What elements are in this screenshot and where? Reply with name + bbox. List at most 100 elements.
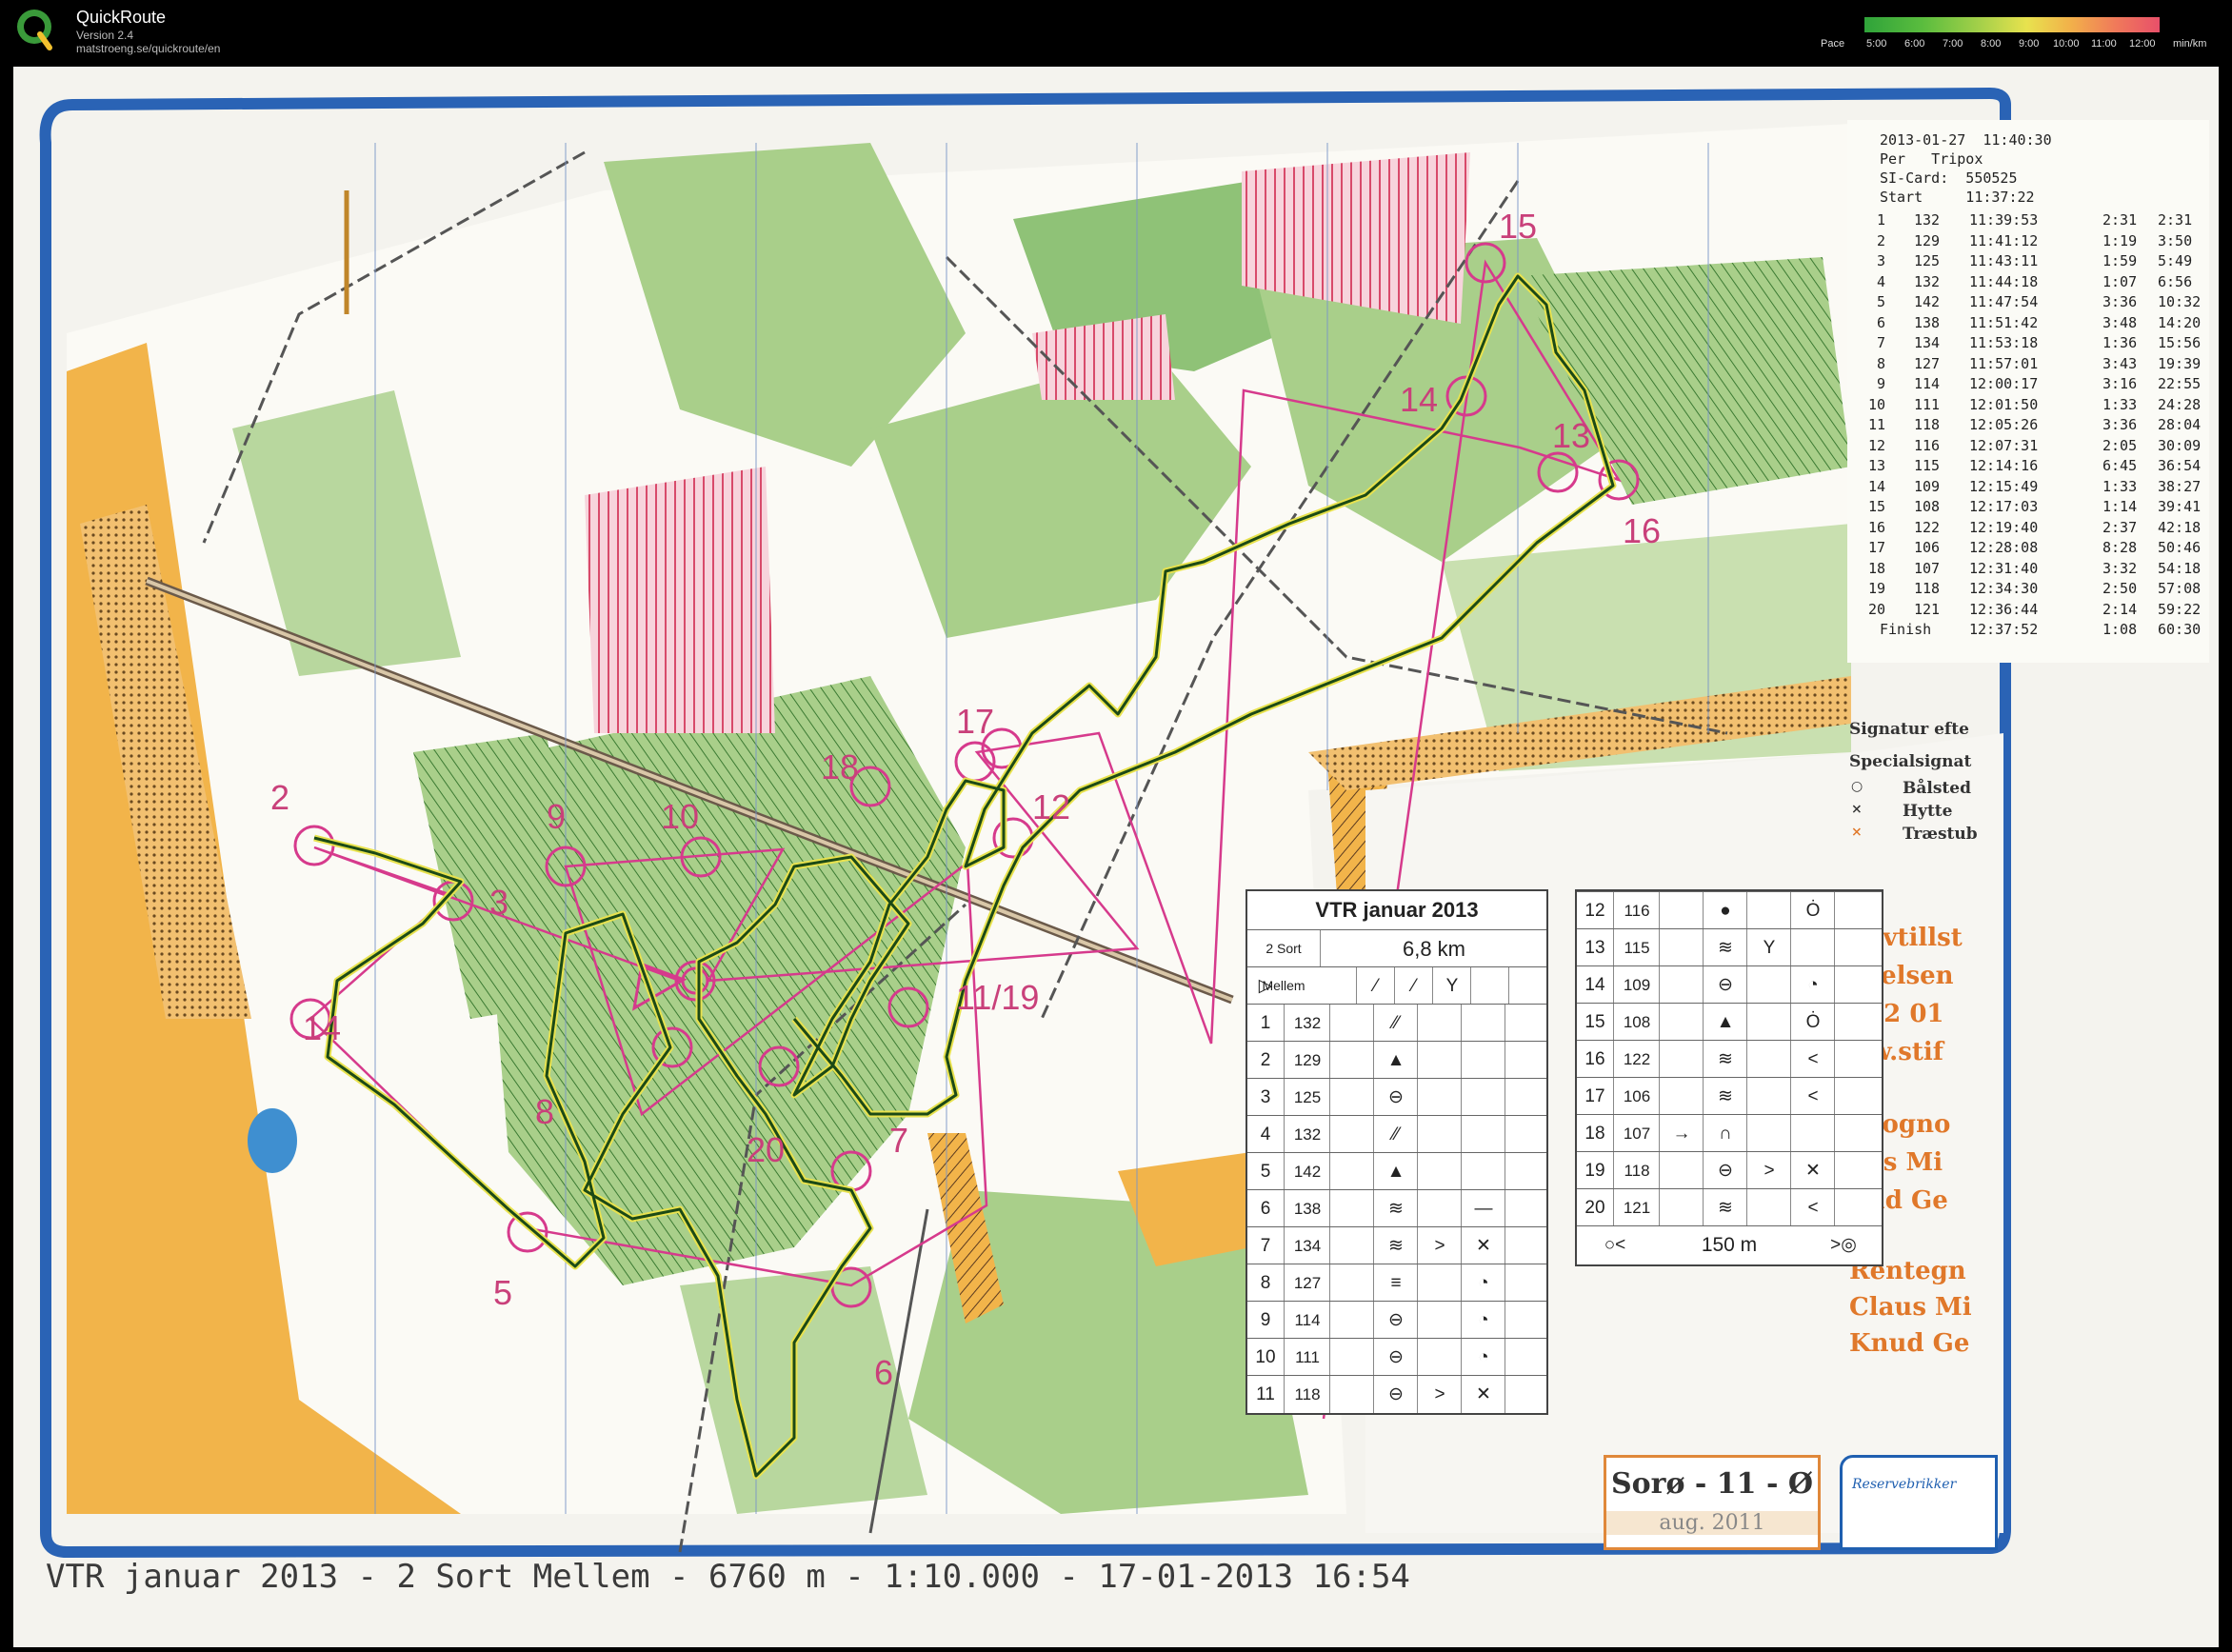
cd-code: 116 (1613, 892, 1660, 929)
si-split-total: 24:28 (2158, 395, 2202, 413)
cd-number: 9 (1260, 1310, 1271, 1330)
pace-tick: 11:00 (2091, 38, 2117, 50)
si-split-n: 1 (1876, 211, 1885, 229)
marsh-icon: ≡ (1373, 1264, 1418, 1302)
cd-row: 15 108 ▲ Ȯ (1577, 1003, 1882, 1041)
si-split-n: 9 (1876, 375, 1885, 392)
path-crossing-icon: ⁄⁄ (1373, 1116, 1418, 1153)
side-icon: ◔ (1461, 1339, 1505, 1376)
reserve-label: Reservebrikker (1852, 1477, 1957, 1492)
si-card-printout: 2013-01-27 11:40:30 Per Tripox SI-Card: … (1847, 120, 2209, 663)
si-split-total: 42:18 (2158, 518, 2202, 536)
si-split-n: 4 (1876, 272, 1885, 290)
cd-number: 11 (1256, 1384, 1275, 1404)
pace-tick: 8:00 (1981, 38, 2002, 50)
si-split-split: 3:32 (2102, 559, 2138, 577)
si-split-total: 54:18 (2158, 559, 2202, 577)
app-title: QuickRoute (76, 8, 167, 27)
legend-item: Hytte (1903, 802, 1953, 821)
si-finish-split: 1:08 (2102, 621, 2138, 638)
cd-number: 18 (1584, 1124, 1605, 1144)
side-icon: ◔ (1461, 1302, 1505, 1339)
thicket-icon: ≋ (1373, 1190, 1418, 1227)
si-finish-label: Finish (1880, 621, 1932, 638)
control-label: 20 (747, 1130, 785, 1169)
cd-number: 3 (1260, 1087, 1271, 1107)
si-split-split: 3:36 (2102, 293, 2138, 310)
thicket-icon: ≋ (1703, 929, 1747, 966)
control-label: 12 (1032, 787, 1070, 826)
cd-code: 108 (1613, 1004, 1660, 1041)
si-split-time: 11:43:11 (1969, 252, 2039, 269)
si-split-split: 1:14 (2102, 498, 2138, 515)
si-split-code: 142 (1914, 293, 1941, 310)
si-split-split: 2:14 (2102, 600, 2138, 618)
control-label: 14 (303, 1008, 341, 1047)
si-split-total: 15:56 (2158, 334, 2202, 351)
si-split-time: 12:15:49 (1969, 477, 2039, 495)
control-label: 16 (1623, 511, 1661, 550)
si-split-total: 59:22 (2158, 600, 2202, 618)
si-split-split: 1:59 (2102, 252, 2138, 269)
si-split-time: 12:31:40 (1969, 559, 2039, 577)
depression-icon: ⊖ (1373, 1376, 1418, 1413)
cd-number: 5 (1260, 1162, 1271, 1182)
si-split-time: 12:28:08 (1969, 539, 2039, 556)
si-split-split: 2:31 (2102, 211, 2138, 229)
cd-code: 111 (1284, 1339, 1330, 1376)
cd-row: 2 129 ▲ (1247, 1041, 1546, 1079)
si-split-code: 109 (1914, 477, 1941, 495)
si-split-time: 11:47:54 (1969, 293, 2039, 310)
legend-item: Bålsted (1903, 779, 1971, 798)
control-label: 8 (535, 1092, 554, 1131)
si-split-split: 1:07 (2102, 272, 2138, 290)
cd-number: 12 (1584, 901, 1605, 921)
si-split-code: 116 (1914, 436, 1941, 454)
cd-code: 132 (1284, 1116, 1330, 1153)
si-split-time: 12:17:03 (1969, 498, 2039, 515)
si-split-time: 12:36:44 (1969, 600, 2039, 618)
pace-tick: 12:00 (2129, 38, 2156, 50)
si-split-code: 118 (1914, 580, 1941, 597)
app-url[interactable]: matstroeng.se/quickroute/en (76, 42, 220, 55)
cd-row: 1 132 ⁄⁄ (1247, 1004, 1546, 1042)
si-split-time: 11:44:18 (1969, 272, 2039, 290)
si-split-time: 11:39:53 (1969, 211, 2039, 229)
lake (248, 1108, 297, 1173)
cd-code: 142 (1284, 1153, 1330, 1190)
si-split-total: 14:20 (2158, 313, 2202, 331)
si-split-total: 2:31 (2158, 211, 2193, 229)
si-split-time: 12:14:16 (1969, 457, 2039, 474)
si-split-split: 2:37 (2102, 518, 2138, 536)
si-split-n: 12 (1867, 436, 1885, 454)
si-split-n: 16 (1867, 518, 1885, 536)
depression-icon: ⊖ (1703, 966, 1747, 1004)
boulder-icon: ▲ (1703, 1004, 1747, 1041)
knoll-icon: ● (1703, 892, 1747, 929)
credit-line: Knud Ge (1849, 1329, 1970, 1358)
finish-start-symbol-icon: ○< (1604, 1235, 1626, 1255)
si-split-n: 2 (1876, 231, 1885, 249)
cd-number: 20 (1584, 1198, 1605, 1218)
cd-row: 13 115 ≋ Y (1577, 928, 1882, 966)
pace-tick: 9:00 (2019, 38, 2040, 50)
si-split-n: 18 (1867, 559, 1885, 577)
corner-icon: < (1790, 1189, 1835, 1226)
si-split-n: 19 (1867, 580, 1885, 597)
pace-label: Pace (1821, 38, 1845, 50)
cd-finish-distance: 150 m (1701, 1234, 1758, 1256)
top-icon: Ȯ (1790, 1004, 1835, 1041)
cd-code: 127 (1284, 1264, 1330, 1302)
cd-number: 7 (1260, 1236, 1271, 1256)
out-of-bounds-area (585, 467, 775, 733)
control-label: 13 (1552, 416, 1590, 455)
cd-row: 9 114 ⊖ ◔ (1247, 1301, 1546, 1339)
si-split-n: 10 (1867, 395, 1885, 413)
si-split-code: 115 (1914, 457, 1941, 474)
cd-row: 5 142 ▲ (1247, 1152, 1546, 1190)
si-split-code: 132 (1914, 272, 1941, 290)
cd-code: 114 (1284, 1302, 1330, 1339)
cd-row: 18 107 → ∩ (1577, 1114, 1882, 1152)
thicket-icon: ≋ (1703, 1041, 1747, 1078)
cd-row: 3 125 ⊖ (1247, 1078, 1546, 1116)
